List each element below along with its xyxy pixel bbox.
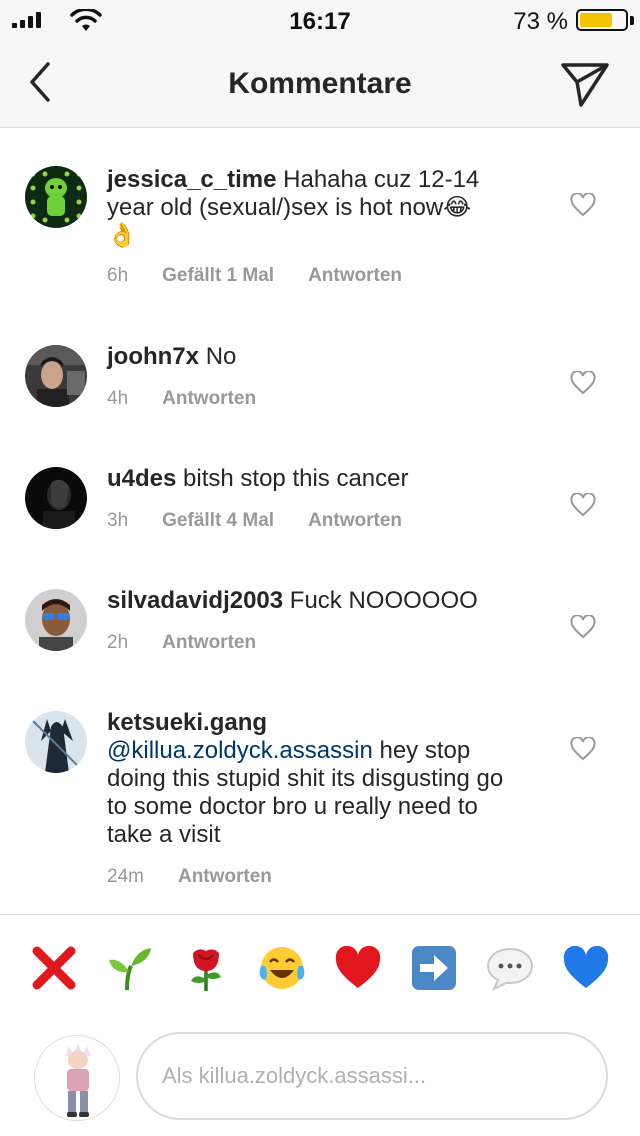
paper-plane-icon xyxy=(561,63,609,107)
rose-icon xyxy=(191,949,221,991)
avatar[interactable] xyxy=(25,467,87,529)
battery-cap xyxy=(630,16,634,25)
battery-icon xyxy=(576,9,628,31)
avatar[interactable] xyxy=(25,166,87,228)
comment-time: 24m xyxy=(107,866,144,887)
comment-time: 6h xyxy=(107,265,129,286)
reply-button[interactable]: Antworten xyxy=(178,866,272,888)
emoji-cross-button[interactable] xyxy=(26,940,82,996)
avatar-image xyxy=(25,345,87,407)
seedling-icon xyxy=(109,948,151,991)
emoji-tears-of-joy-button[interactable] xyxy=(254,940,310,996)
avatar-image xyxy=(25,589,87,651)
status-bar: 16:17 73 % xyxy=(0,0,640,40)
comment-likes[interactable]: Gefällt 1 Mal xyxy=(162,265,274,287)
right-arrow-icon xyxy=(412,946,456,990)
comment-meta: 6h Gefällt 1 Mal Antworten xyxy=(107,265,402,287)
heart-icon[interactable] xyxy=(570,371,596,395)
comment-meta: 3h Gefällt 4 Mal Antworten xyxy=(107,510,402,532)
battery-level xyxy=(580,13,613,27)
comment-body: u4des bitsh stop this cancer xyxy=(107,465,527,493)
comment-meta: 24m Antworten xyxy=(107,866,272,888)
comments-list: jessica_c_time Hahaha cuz 12-14 year old… xyxy=(0,129,640,915)
current-user-avatar xyxy=(34,1035,120,1121)
reply-button[interactable]: Antworten xyxy=(308,265,402,287)
page-title: Kommentare xyxy=(228,67,412,100)
avatar[interactable] xyxy=(25,345,87,407)
emoji-quick-bar xyxy=(0,940,640,1004)
comment-username[interactable]: silvadavidj2003 xyxy=(107,587,283,614)
comment-time: 3h xyxy=(107,510,129,531)
comment-username[interactable]: jessica_c_time xyxy=(107,166,276,193)
emoji-right-arrow-button[interactable] xyxy=(406,940,462,996)
battery-percentage: 73 % xyxy=(513,8,568,35)
avatar[interactable] xyxy=(25,589,87,651)
comment-meta: 2h Antworten xyxy=(107,632,256,654)
comment-text: bitsh stop this cancer xyxy=(183,465,409,492)
heart-icon[interactable] xyxy=(570,193,596,217)
comment-text: No xyxy=(205,343,237,370)
emoji-red-heart-button[interactable] xyxy=(330,940,386,996)
navigation-bar: Kommentare xyxy=(0,40,640,128)
avatar-image xyxy=(25,166,87,228)
reply-button[interactable]: Antworten xyxy=(308,510,402,532)
reply-button[interactable]: Antworten xyxy=(162,388,256,410)
avatar-image xyxy=(25,711,87,773)
avatar[interactable] xyxy=(25,711,87,773)
comment-meta: 4h Antworten xyxy=(107,388,256,410)
comment-input[interactable] xyxy=(136,1032,608,1120)
comment-body: ketsueki.gang @killua.zoldyck.assassin h… xyxy=(107,709,527,849)
comment-text: Fuck NOOOOOO xyxy=(289,587,478,614)
emoji-speech-bubble-button[interactable] xyxy=(482,940,538,996)
comment-likes[interactable]: Gefällt 4 Mal xyxy=(162,510,274,532)
comment-time: 4h xyxy=(107,388,129,409)
emoji-rose-button[interactable] xyxy=(178,940,234,996)
comment-username[interactable]: joohn7x xyxy=(107,343,199,370)
comment-body: jessica_c_time Hahaha cuz 12-14 year old… xyxy=(107,166,507,250)
heart-icon[interactable] xyxy=(570,737,596,761)
comment-body: joohn7x No xyxy=(107,343,527,371)
emoji-blue-heart-button[interactable] xyxy=(558,940,614,996)
heart-icon[interactable] xyxy=(570,493,596,517)
comment-username[interactable]: ketsueki.gang xyxy=(107,709,527,737)
comment-mention[interactable]: @killua.zoldyck.assassin xyxy=(107,737,373,764)
avatar-image xyxy=(25,467,87,529)
cross-mark-icon xyxy=(32,946,76,990)
heart-icon[interactable] xyxy=(570,615,596,639)
comment-body: silvadavidj2003 Fuck NOOOOOO xyxy=(107,587,527,615)
blue-heart-icon xyxy=(563,946,609,988)
emoji-seedling-button[interactable] xyxy=(102,940,158,996)
comment-username[interactable]: u4des xyxy=(107,465,176,492)
face-with-tears-of-joy-icon xyxy=(259,947,305,989)
red-heart-icon xyxy=(335,946,381,988)
comment-time: 2h xyxy=(107,632,129,653)
avatar-image xyxy=(35,1036,119,1120)
share-button[interactable] xyxy=(560,60,610,108)
reply-button[interactable]: Antworten xyxy=(162,632,256,654)
speech-balloon-icon xyxy=(486,947,534,991)
